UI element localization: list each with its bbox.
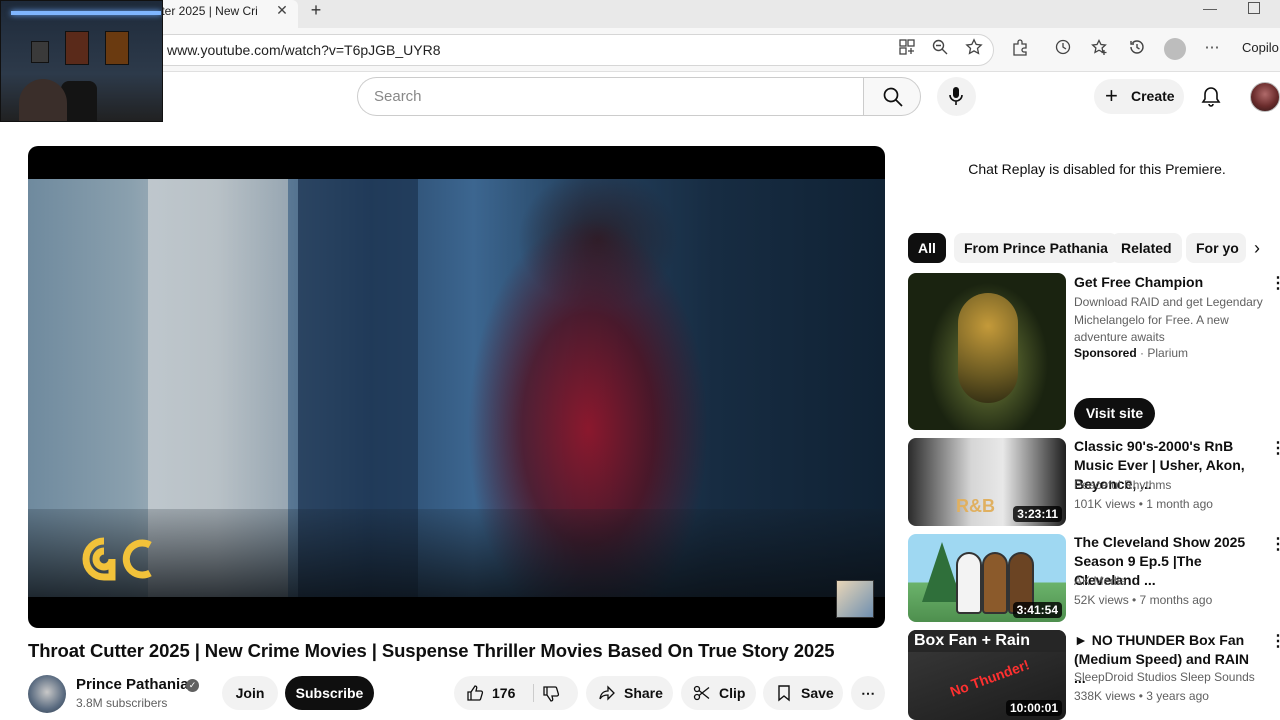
video-duration: 3:23:11: [1013, 506, 1062, 522]
video-duration: 3:41:54: [1012, 602, 1062, 618]
join-button[interactable]: Join: [222, 676, 278, 710]
voice-search-button[interactable]: [937, 77, 976, 116]
like-count: 176: [492, 685, 516, 701]
copilot-button[interactable]: Copilo: [1242, 40, 1279, 55]
video-player[interactable]: [28, 146, 885, 628]
video-meta: 52K views • 7 months ago: [1074, 593, 1213, 607]
save-button[interactable]: Save: [763, 676, 843, 710]
channel-branding-icon[interactable]: [836, 580, 874, 618]
search-button[interactable]: [863, 77, 921, 116]
video-thumbnail[interactable]: R&B 3:23:11: [908, 438, 1066, 526]
video-menu-icon[interactable]: ⋮: [1270, 537, 1280, 553]
video-menu-icon[interactable]: ⋮: [1270, 634, 1280, 650]
filter-chip-for-you[interactable]: For yo: [1186, 233, 1246, 263]
subscribe-button[interactable]: Subscribe: [285, 676, 374, 710]
share-button[interactable]: Share: [586, 676, 673, 710]
dislike-thumb-icon[interactable]: [542, 685, 560, 703]
video-menu-icon[interactable]: ⋮: [1270, 441, 1280, 457]
video-channel[interactable]: SleepDroid Studios Sleep Sounds: [1074, 670, 1255, 684]
browser-profile-avatar[interactable]: [1164, 38, 1186, 60]
like-dislike-group: 176: [454, 676, 578, 710]
history-icon[interactable]: [1127, 38, 1147, 58]
video-meta: 101K views • 1 month ago: [1074, 497, 1213, 511]
scissors-icon: [693, 685, 710, 701]
minimize-window-icon[interactable]: —: [1200, 0, 1220, 18]
account-avatar[interactable]: [1250, 82, 1280, 112]
ad-sponsor-line: Sponsored · Plarium: [1074, 346, 1189, 360]
search-icon: [883, 87, 903, 107]
subscriber-count: 3.8M subscribers: [76, 696, 168, 710]
bookmark-icon: [778, 685, 790, 702]
filter-chip-related[interactable]: Related: [1111, 233, 1182, 263]
video-thumbnail[interactable]: 3:41:54: [908, 534, 1066, 622]
like-divider: [533, 684, 534, 702]
video-duration: 10:00:01: [1005, 700, 1062, 716]
close-tab-icon[interactable]: ✕: [274, 2, 290, 18]
channel-avatar[interactable]: [28, 675, 66, 713]
url-field[interactable]: www.youtube.com/watch?v=T6pJGB_UYR8: [150, 34, 994, 66]
filter-chip-all[interactable]: All: [908, 233, 946, 263]
app-available-icon[interactable]: [897, 38, 917, 58]
video-channel[interactable]: AK Media: [1074, 574, 1126, 588]
favorites-icon[interactable]: [1090, 38, 1110, 58]
channel-watermark-logo: [82, 537, 152, 581]
url-text: www.youtube.com/watch?v=T6pJGB_UYR8: [167, 42, 441, 58]
maximize-window-icon[interactable]: [1248, 2, 1260, 14]
video-channel[interactable]: Peaceful Rhythms: [1074, 478, 1171, 492]
like-thumb-icon[interactable]: [466, 684, 484, 702]
browser-tab-title: tter 2025 | New Cri: [158, 4, 258, 18]
thumbnail-text: Box Fan + Rain: [908, 630, 1066, 652]
ad-menu-icon[interactable]: ⋮: [1270, 276, 1280, 292]
save-label: Save: [801, 685, 834, 701]
video-thumbnail[interactable]: Box Fan + Rain No Thunder! 10:00:01: [908, 630, 1066, 720]
clip-label: Clip: [719, 685, 746, 701]
microphone-icon: [949, 87, 963, 105]
video-meta: 338K views • 3 years ago: [1074, 689, 1209, 703]
chat-replay-message: Chat Replay is disabled for this Premier…: [968, 161, 1226, 177]
more-actions-icon[interactable]: ⋯: [851, 676, 885, 710]
channel-name[interactable]: Prince Pathania: [76, 676, 189, 693]
search-box[interactable]: [357, 77, 863, 116]
browser-essentials-icon[interactable]: [1053, 38, 1073, 58]
favorite-star-icon[interactable]: [964, 38, 984, 58]
filter-chip-from-channel[interactable]: From Prince Pathania: [954, 233, 1118, 263]
ad-description: Download RAID and get Legendary Michelan…: [1074, 295, 1263, 344]
zoom-icon[interactable]: [930, 38, 950, 58]
ad-thumbnail[interactable]: [908, 273, 1066, 430]
notifications-bell-icon[interactable]: [1198, 84, 1224, 110]
share-label: Share: [624, 685, 663, 701]
new-tab-icon[interactable]: +: [306, 0, 326, 20]
ad-title[interactable]: Get Free Champion: [1074, 273, 1262, 292]
more-options-icon[interactable]: ⋯: [1202, 38, 1222, 58]
browser-address-bar: www.youtube.com/watch?v=T6pJGB_UYR8: [0, 28, 1280, 72]
thumbnail-overlay-text: No Thunder!: [947, 656, 1032, 700]
advertiser-name: Plarium: [1147, 346, 1189, 360]
clip-button[interactable]: Clip: [681, 676, 756, 710]
share-arrow-icon: [599, 685, 615, 701]
visit-site-button[interactable]: Visit site: [1074, 398, 1155, 429]
video-title: Throat Cutter 2025 | New Crime Movies | …: [28, 640, 835, 661]
create-label: Create: [1131, 88, 1175, 104]
verified-check-icon: ✓: [186, 679, 199, 692]
video-frame: [28, 179, 885, 597]
sponsored-label: Sponsored: [1074, 346, 1137, 360]
chevron-right-icon[interactable]: ›: [1254, 238, 1260, 258]
plus-icon: +: [1105, 83, 1118, 108]
thumbnail-text: R&B: [956, 496, 995, 516]
extensions-icon[interactable]: [1010, 38, 1030, 58]
webcam-overlay: [0, 0, 163, 122]
search-input[interactable]: [374, 78, 844, 115]
browser-tab-bar: tter 2025 | New Cri ✕ + —: [0, 0, 1280, 28]
